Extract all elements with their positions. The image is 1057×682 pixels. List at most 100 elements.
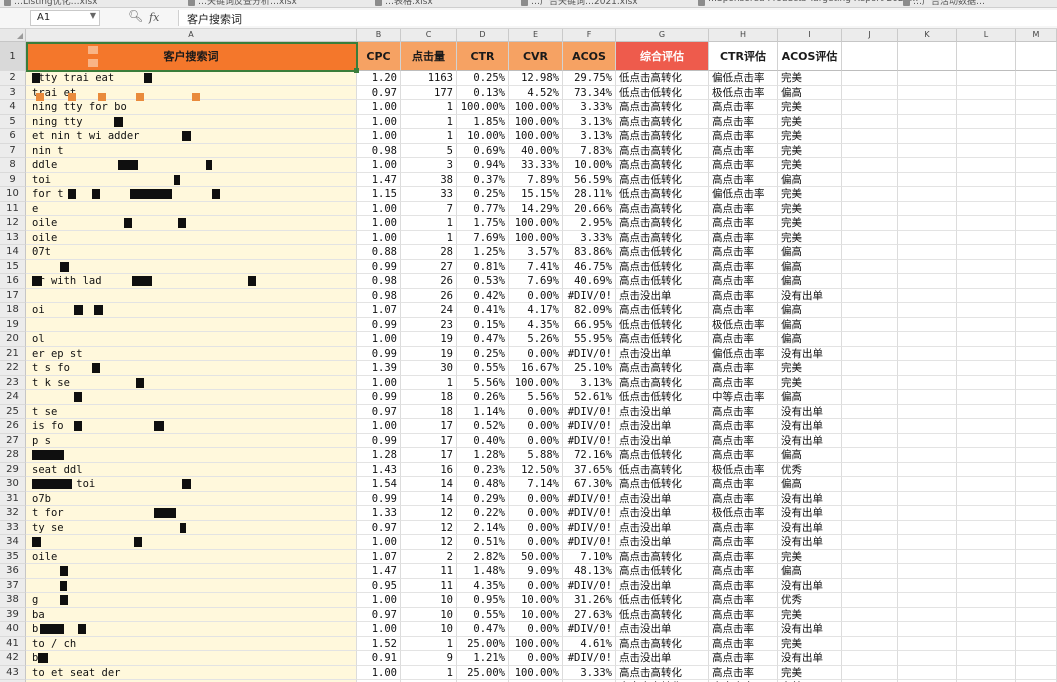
empty-cell[interactable] [1016, 404, 1057, 419]
row-header[interactable]: 15 [0, 259, 26, 274]
ctr-cell[interactable]: 0.29% [457, 491, 509, 506]
search-term-cell[interactable]: toi [26, 172, 357, 187]
empty-cell[interactable] [842, 187, 898, 202]
cpc-cell[interactable]: 1.00 [357, 129, 401, 144]
cpc-cell[interactable]: 1.00 [357, 100, 401, 115]
empty-cell[interactable] [842, 578, 898, 593]
acos-cell[interactable]: 82.09% [563, 303, 616, 318]
acos-eval-cell[interactable]: 没有出单 [778, 404, 842, 419]
workbook-tab[interactable]: …Sponsored Products Targeting Report 202… [708, 0, 918, 7]
empty-cell[interactable] [957, 114, 1016, 129]
ctr-eval-cell[interactable]: 高点击率 [709, 578, 778, 593]
acos-cell[interactable]: 72.16% [563, 448, 616, 463]
ctr-eval-cell[interactable]: 高点击率 [709, 172, 778, 187]
ctr-cell[interactable]: 4.35% [457, 578, 509, 593]
empty-cell[interactable] [1016, 506, 1057, 521]
cpc-cell[interactable]: 0.95 [357, 578, 401, 593]
cvr-cell[interactable]: 0.00% [509, 491, 563, 506]
cpc-cell[interactable]: 1.15 [357, 187, 401, 202]
overall-eval-cell[interactable]: 高点击高转化 [616, 158, 709, 173]
acos-cell[interactable]: 10.00% [563, 158, 616, 173]
clicks-cell[interactable]: 27 [401, 259, 457, 274]
acos-cell[interactable]: 7.10% [563, 549, 616, 564]
overall-eval-cell[interactable]: 点击没出单 [616, 651, 709, 666]
acos-eval-cell[interactable]: 完美 [778, 361, 842, 376]
zoom-search-icon[interactable]: 🔍︎ [128, 9, 143, 23]
clicks-cell[interactable]: 12 [401, 535, 457, 550]
empty-cell[interactable] [898, 535, 957, 550]
empty-cell[interactable] [842, 143, 898, 158]
cvr-cell[interactable]: 4.52% [509, 85, 563, 100]
ctr-eval-cell[interactable]: 高点击率 [709, 477, 778, 492]
empty-cell[interactable] [957, 158, 1016, 173]
acos-cell[interactable]: 67.30% [563, 477, 616, 492]
column-header-b[interactable]: B [357, 29, 401, 42]
clicks-cell[interactable]: 1 [401, 114, 457, 129]
empty-cell[interactable] [898, 245, 957, 260]
overall-eval-cell[interactable]: 低点击高转化 [616, 607, 709, 622]
acos-cell[interactable]: 25.10% [563, 361, 616, 376]
empty-cell[interactable] [842, 665, 898, 680]
acos-eval-cell[interactable]: 偏高 [778, 317, 842, 332]
empty-cell[interactable] [898, 564, 957, 579]
cvr-cell[interactable]: 100.00% [509, 114, 563, 129]
overall-eval-cell[interactable]: 低点击低转化 [616, 390, 709, 405]
overall-eval-cell[interactable]: 低点击高转化 [616, 187, 709, 202]
acos-eval-cell[interactable]: 优秀 [778, 593, 842, 608]
overall-eval-cell[interactable]: 高点击低转化 [616, 245, 709, 260]
overall-eval-cell[interactable]: 高点击高转化 [616, 549, 709, 564]
overall-eval-cell[interactable]: 高点击高转化 [616, 216, 709, 231]
ctr-cell[interactable]: 1.14% [457, 404, 509, 419]
row-header[interactable]: 1 [0, 42, 26, 71]
row-header[interactable]: 9 [0, 172, 26, 187]
empty-cell[interactable] [842, 462, 898, 477]
overall-eval-cell[interactable]: 点击没出单 [616, 419, 709, 434]
empty-cell[interactable] [1016, 230, 1057, 245]
empty-cell[interactable] [1016, 578, 1057, 593]
ctr-eval-cell[interactable]: 高点击率 [709, 564, 778, 579]
ctr-eval-cell[interactable]: 中等点击率 [709, 390, 778, 405]
empty-cell[interactable] [957, 42, 1016, 71]
cvr-cell[interactable]: 7.89% [509, 172, 563, 187]
ctr-cell[interactable]: 0.47% [457, 622, 509, 637]
cpc-cell[interactable]: 1.47 [357, 172, 401, 187]
overall-eval-cell[interactable]: 点击没出单 [616, 506, 709, 521]
clicks-cell[interactable]: 38 [401, 172, 457, 187]
header-ctr[interactable]: CTR [457, 42, 509, 71]
workbook-tab[interactable]: …表格.xlsx [385, 0, 433, 7]
search-term-cell[interactable]: t s fo [26, 361, 357, 376]
ctr-cell[interactable]: 0.25% [457, 346, 509, 361]
row-header[interactable]: 13 [0, 230, 26, 245]
row-header[interactable]: 11 [0, 201, 26, 216]
acos-cell[interactable]: 73.34% [563, 85, 616, 100]
ctr-eval-cell[interactable]: 极低点击率 [709, 317, 778, 332]
cpc-cell[interactable]: 0.97 [357, 404, 401, 419]
row-header[interactable]: 22 [0, 361, 26, 376]
row-header[interactable]: 6 [0, 129, 26, 144]
acos-eval-cell[interactable]: 完美 [778, 201, 842, 216]
ctr-eval-cell[interactable]: 偏低点击率 [709, 71, 778, 86]
row-header[interactable]: 41 [0, 636, 26, 651]
ctr-eval-cell[interactable]: 高点击率 [709, 433, 778, 448]
search-term-cell[interactable] [26, 317, 357, 332]
search-term-cell[interactable]: er ep st [26, 346, 357, 361]
empty-cell[interactable] [1016, 520, 1057, 535]
empty-cell[interactable] [842, 216, 898, 231]
ctr-eval-cell[interactable]: 高点击率 [709, 448, 778, 463]
acos-cell[interactable]: 37.65% [563, 462, 616, 477]
ctr-eval-cell[interactable]: 高点击率 [709, 636, 778, 651]
acos-cell[interactable]: 3.13% [563, 114, 616, 129]
empty-cell[interactable] [1016, 535, 1057, 550]
ctr-cell[interactable]: 0.47% [457, 332, 509, 347]
row-header[interactable]: 5 [0, 114, 26, 129]
cvr-cell[interactable]: 4.17% [509, 303, 563, 318]
column-header-g[interactable]: G [616, 29, 709, 42]
empty-cell[interactable] [842, 375, 898, 390]
acos-cell[interactable]: 46.75% [563, 259, 616, 274]
acos-eval-cell[interactable]: 偏高 [778, 390, 842, 405]
empty-cell[interactable] [898, 158, 957, 173]
row-header[interactable]: 20 [0, 332, 26, 347]
empty-cell[interactable] [1016, 143, 1057, 158]
row-header[interactable]: 4 [0, 100, 26, 115]
acos-eval-cell[interactable]: 偏高 [778, 274, 842, 289]
